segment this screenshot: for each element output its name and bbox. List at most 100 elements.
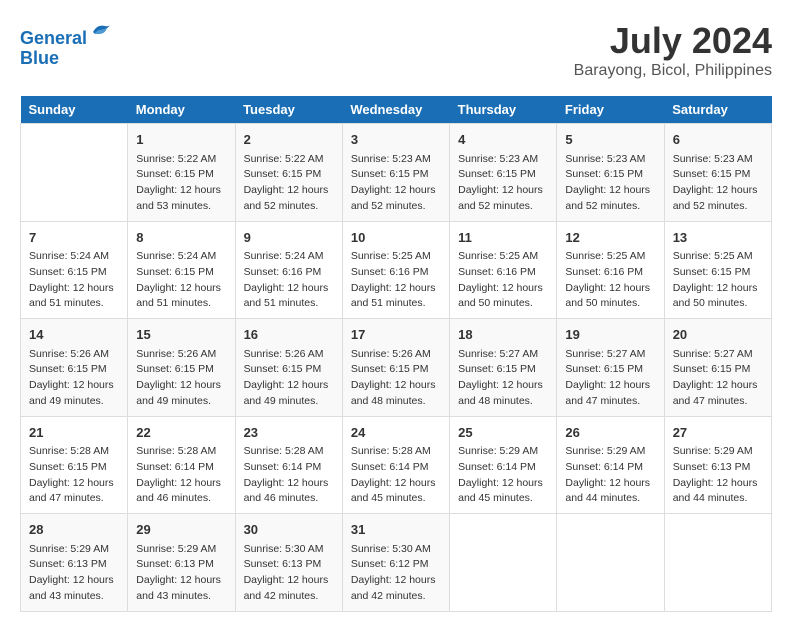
logo-bird-icon: [89, 20, 113, 44]
calendar-cell: [664, 514, 771, 612]
day-number: 21: [29, 423, 119, 443]
day-info: Sunrise: 5:25 AM Sunset: 6:16 PM Dayligh…: [458, 249, 548, 312]
calendar-cell: 18Sunrise: 5:27 AM Sunset: 6:15 PM Dayli…: [450, 319, 557, 417]
column-header-friday: Friday: [557, 96, 664, 124]
calendar-cell: 12Sunrise: 5:25 AM Sunset: 6:16 PM Dayli…: [557, 221, 664, 319]
day-info: Sunrise: 5:22 AM Sunset: 6:15 PM Dayligh…: [244, 152, 334, 215]
day-number: 10: [351, 228, 441, 248]
column-header-monday: Monday: [128, 96, 235, 124]
calendar-cell: 9Sunrise: 5:24 AM Sunset: 6:16 PM Daylig…: [235, 221, 342, 319]
calendar-cell: 7Sunrise: 5:24 AM Sunset: 6:15 PM Daylig…: [21, 221, 128, 319]
calendar-week-1: 1 Sunrise: 5:22 AM Sunset: 6:15 PM Daylig…: [21, 124, 772, 222]
day-number: 7: [29, 228, 119, 248]
calendar-cell: 13Sunrise: 5:25 AM Sunset: 6:15 PM Dayli…: [664, 221, 771, 319]
calendar-cell: 3Sunrise: 5:23 AM Sunset: 6:15 PM Daylig…: [342, 124, 449, 222]
day-info: Sunrise: 5:28 AM Sunset: 6:14 PM Dayligh…: [136, 444, 226, 507]
day-number: 17: [351, 325, 441, 345]
calendar-cell: 2Sunrise: 5:22 AM Sunset: 6:15 PM Daylig…: [235, 124, 342, 222]
logo: General Blue: [20, 20, 113, 69]
calendar-cell: [21, 124, 128, 222]
day-info: Sunrise: 5:29 AM Sunset: 6:13 PM Dayligh…: [29, 542, 119, 605]
calendar-cell: 25Sunrise: 5:29 AM Sunset: 6:14 PM Dayli…: [450, 416, 557, 514]
day-number: 13: [673, 228, 763, 248]
day-number: 15: [136, 325, 226, 345]
column-header-saturday: Saturday: [664, 96, 771, 124]
day-info: Sunrise: 5:27 AM Sunset: 6:15 PM Dayligh…: [458, 347, 548, 410]
day-number: 30: [244, 520, 334, 540]
calendar-cell: 17Sunrise: 5:26 AM Sunset: 6:15 PM Dayli…: [342, 319, 449, 417]
calendar-cell: [557, 514, 664, 612]
day-number: 4: [458, 130, 548, 150]
calendar-cell: 22Sunrise: 5:28 AM Sunset: 6:14 PM Dayli…: [128, 416, 235, 514]
day-info: Sunrise: 5:28 AM Sunset: 6:15 PM Dayligh…: [29, 444, 119, 507]
page-header: General Blue July 2024 Barayong, Bicol, …: [20, 20, 772, 80]
calendar-week-3: 14 Sunrise: 5:26 AM Sunset: 6:15 PM Dayli…: [21, 319, 772, 417]
calendar-cell: 19Sunrise: 5:27 AM Sunset: 6:15 PM Dayli…: [557, 319, 664, 417]
title-block: July 2024 Barayong, Bicol, Philippines: [574, 20, 772, 80]
day-info: Sunrise: 5:23 AM Sunset: 6:15 PM Dayligh…: [565, 152, 655, 215]
logo-text: General Blue: [20, 20, 113, 69]
day-number: 1: [136, 130, 226, 150]
calendar-cell: [450, 514, 557, 612]
day-number: 14: [29, 325, 119, 345]
day-number: 2: [244, 130, 334, 150]
day-number: 31: [351, 520, 441, 540]
calendar-cell: 6Sunrise: 5:23 AM Sunset: 6:15 PM Daylig…: [664, 124, 771, 222]
calendar-week-2: 7Sunrise: 5:24 AM Sunset: 6:15 PM Daylig…: [21, 221, 772, 319]
day-info: Sunrise: 5:23 AM Sunset: 6:15 PM Dayligh…: [673, 152, 763, 215]
day-number: 19: [565, 325, 655, 345]
day-number: 23: [244, 423, 334, 443]
calendar-cell: 28Sunrise: 5:29 AM Sunset: 6:13 PM Dayli…: [21, 514, 128, 612]
calendar-cell: 1Sunrise: 5:22 AM Sunset: 6:15 PM Daylig…: [128, 124, 235, 222]
day-number: 18: [458, 325, 548, 345]
day-info: Sunrise: 5:24 AM Sunset: 6:15 PM Dayligh…: [29, 249, 119, 312]
calendar-cell: 21Sunrise: 5:28 AM Sunset: 6:15 PM Dayli…: [21, 416, 128, 514]
day-info: Sunrise: 5:24 AM Sunset: 6:15 PM Dayligh…: [136, 249, 226, 312]
calendar-table: SundayMondayTuesdayWednesdayThursdayFrid…: [20, 96, 772, 612]
calendar-cell: 27Sunrise: 5:29 AM Sunset: 6:13 PM Dayli…: [664, 416, 771, 514]
day-info: Sunrise: 5:25 AM Sunset: 6:15 PM Dayligh…: [673, 249, 763, 312]
calendar-cell: 31Sunrise: 5:30 AM Sunset: 6:12 PM Dayli…: [342, 514, 449, 612]
day-info: Sunrise: 5:24 AM Sunset: 6:16 PM Dayligh…: [244, 249, 334, 312]
day-info: Sunrise: 5:29 AM Sunset: 6:14 PM Dayligh…: [565, 444, 655, 507]
calendar-cell: 8Sunrise: 5:24 AM Sunset: 6:15 PM Daylig…: [128, 221, 235, 319]
calendar-cell: 30Sunrise: 5:30 AM Sunset: 6:13 PM Dayli…: [235, 514, 342, 612]
day-number: 6: [673, 130, 763, 150]
calendar-cell: 23Sunrise: 5:28 AM Sunset: 6:14 PM Dayli…: [235, 416, 342, 514]
day-info: Sunrise: 5:28 AM Sunset: 6:14 PM Dayligh…: [244, 444, 334, 507]
column-header-tuesday: Tuesday: [235, 96, 342, 124]
day-info: Sunrise: 5:23 AM Sunset: 6:15 PM Dayligh…: [351, 152, 441, 215]
day-number: 25: [458, 423, 548, 443]
day-number: 11: [458, 228, 548, 248]
calendar-cell: 15Sunrise: 5:26 AM Sunset: 6:15 PM Dayli…: [128, 319, 235, 417]
day-number: 27: [673, 423, 763, 443]
calendar-cell: 10Sunrise: 5:25 AM Sunset: 6:16 PM Dayli…: [342, 221, 449, 319]
day-info: Sunrise: 5:27 AM Sunset: 6:15 PM Dayligh…: [673, 347, 763, 410]
calendar-cell: 26Sunrise: 5:29 AM Sunset: 6:14 PM Dayli…: [557, 416, 664, 514]
day-info: Sunrise: 5:30 AM Sunset: 6:13 PM Dayligh…: [244, 542, 334, 605]
calendar-cell: 24Sunrise: 5:28 AM Sunset: 6:14 PM Dayli…: [342, 416, 449, 514]
day-info: Sunrise: 5:25 AM Sunset: 6:16 PM Dayligh…: [351, 249, 441, 312]
day-info: Sunrise: 5:26 AM Sunset: 6:15 PM Dayligh…: [136, 347, 226, 410]
day-number: 24: [351, 423, 441, 443]
column-header-wednesday: Wednesday: [342, 96, 449, 124]
calendar-cell: 20Sunrise: 5:27 AM Sunset: 6:15 PM Dayli…: [664, 319, 771, 417]
day-info: Sunrise: 5:29 AM Sunset: 6:13 PM Dayligh…: [136, 542, 226, 605]
calendar-cell: 16Sunrise: 5:26 AM Sunset: 6:15 PM Dayli…: [235, 319, 342, 417]
day-number: 8: [136, 228, 226, 248]
calendar-cell: 5Sunrise: 5:23 AM Sunset: 6:15 PM Daylig…: [557, 124, 664, 222]
day-info: Sunrise: 5:29 AM Sunset: 6:13 PM Dayligh…: [673, 444, 763, 507]
day-number: 26: [565, 423, 655, 443]
day-number: 3: [351, 130, 441, 150]
calendar-cell: 11Sunrise: 5:25 AM Sunset: 6:16 PM Dayli…: [450, 221, 557, 319]
calendar-cell: 4Sunrise: 5:23 AM Sunset: 6:15 PM Daylig…: [450, 124, 557, 222]
day-number: 9: [244, 228, 334, 248]
calendar-cell: 29Sunrise: 5:29 AM Sunset: 6:13 PM Dayli…: [128, 514, 235, 612]
day-info: Sunrise: 5:30 AM Sunset: 6:12 PM Dayligh…: [351, 542, 441, 605]
day-number: 16: [244, 325, 334, 345]
day-info: Sunrise: 5:26 AM Sunset: 6:15 PM Dayligh…: [351, 347, 441, 410]
day-number: 28: [29, 520, 119, 540]
day-info: Sunrise: 5:28 AM Sunset: 6:14 PM Dayligh…: [351, 444, 441, 507]
day-info: Sunrise: 5:27 AM Sunset: 6:15 PM Dayligh…: [565, 347, 655, 410]
day-info: Sunrise: 5:25 AM Sunset: 6:16 PM Dayligh…: [565, 249, 655, 312]
